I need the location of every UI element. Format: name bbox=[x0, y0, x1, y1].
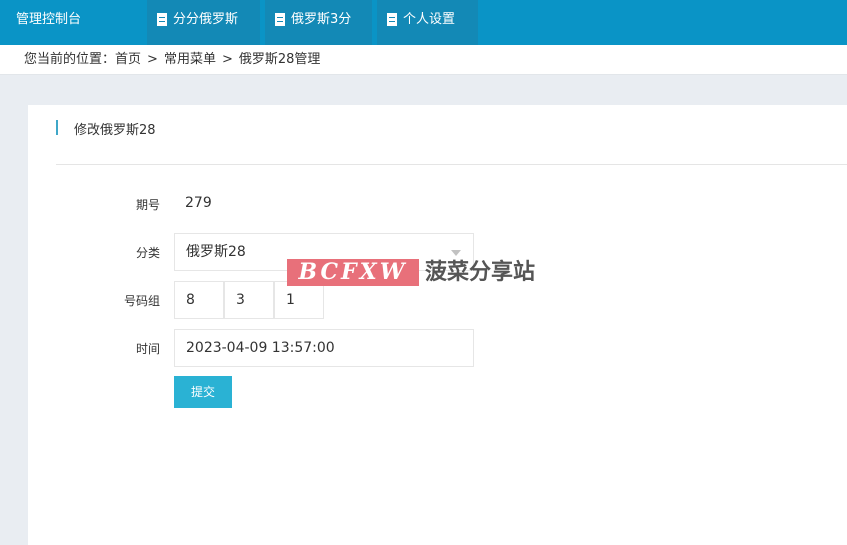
breadcrumb-current: 俄罗斯28管理 bbox=[238, 52, 321, 67]
nav-item-personal-settings[interactable]: 个人设置 bbox=[377, 0, 478, 45]
nav-item-label: 俄罗斯3分 bbox=[291, 12, 352, 27]
numbers-label: 号码组 bbox=[123, 294, 160, 308]
breadcrumb-prefix: 您当前的位置： bbox=[24, 52, 116, 67]
breadcrumb-separator: > bbox=[221, 52, 233, 67]
chevron-down-icon bbox=[451, 250, 461, 256]
number-input-3[interactable]: 1 bbox=[274, 281, 324, 319]
time-input[interactable]: 2023-04-09 13:57:00 bbox=[174, 329, 474, 367]
breadcrumb-common-menu[interactable]: 常用菜单 bbox=[164, 45, 216, 74]
watermark-text: 菠菜分享站 bbox=[425, 260, 536, 285]
top-navigation-bar: 管理控制台 分分俄罗斯 俄罗斯3分 个人设置 bbox=[0, 0, 847, 45]
breadcrumb: 您当前的位置：首页 > 常用菜单 > 俄罗斯28管理 bbox=[24, 45, 320, 74]
title-accent-bar bbox=[56, 120, 58, 135]
category-label: 分类 bbox=[135, 246, 160, 260]
time-label: 时间 bbox=[135, 342, 160, 356]
document-icon bbox=[387, 13, 397, 26]
category-select-value: 俄罗斯28 bbox=[186, 244, 246, 260]
number-input-2[interactable]: 3 bbox=[224, 281, 274, 319]
nav-item-label: 个人设置 bbox=[403, 12, 456, 27]
panel-header: 修改俄罗斯28 bbox=[56, 105, 847, 165]
period-label: 期号 bbox=[135, 198, 160, 212]
breadcrumb-home[interactable]: 首页 bbox=[115, 45, 141, 74]
breadcrumb-separator: > bbox=[147, 52, 158, 67]
document-icon bbox=[275, 13, 285, 26]
document-icon bbox=[157, 13, 167, 26]
console-title[interactable]: 管理控制台 bbox=[16, 0, 81, 45]
nav-item-label: 分分俄罗斯 bbox=[173, 12, 239, 27]
panel-title: 修改俄罗斯28 bbox=[74, 123, 156, 138]
edit-panel: 修改俄罗斯28 bbox=[28, 105, 847, 545]
period-value: 279 bbox=[185, 195, 212, 211]
nav-item-russia-3min[interactable]: 俄罗斯3分 bbox=[265, 0, 372, 45]
nav-item-fenfen-russia[interactable]: 分分俄罗斯 bbox=[147, 0, 260, 45]
submit-button[interactable]: 提交 bbox=[174, 376, 232, 408]
watermark-logo: BCFXW bbox=[287, 259, 419, 286]
breadcrumb-bar: 您当前的位置：首页 > 常用菜单 > 俄罗斯28管理 bbox=[0, 45, 847, 75]
number-input-1[interactable]: 8 bbox=[174, 281, 224, 319]
